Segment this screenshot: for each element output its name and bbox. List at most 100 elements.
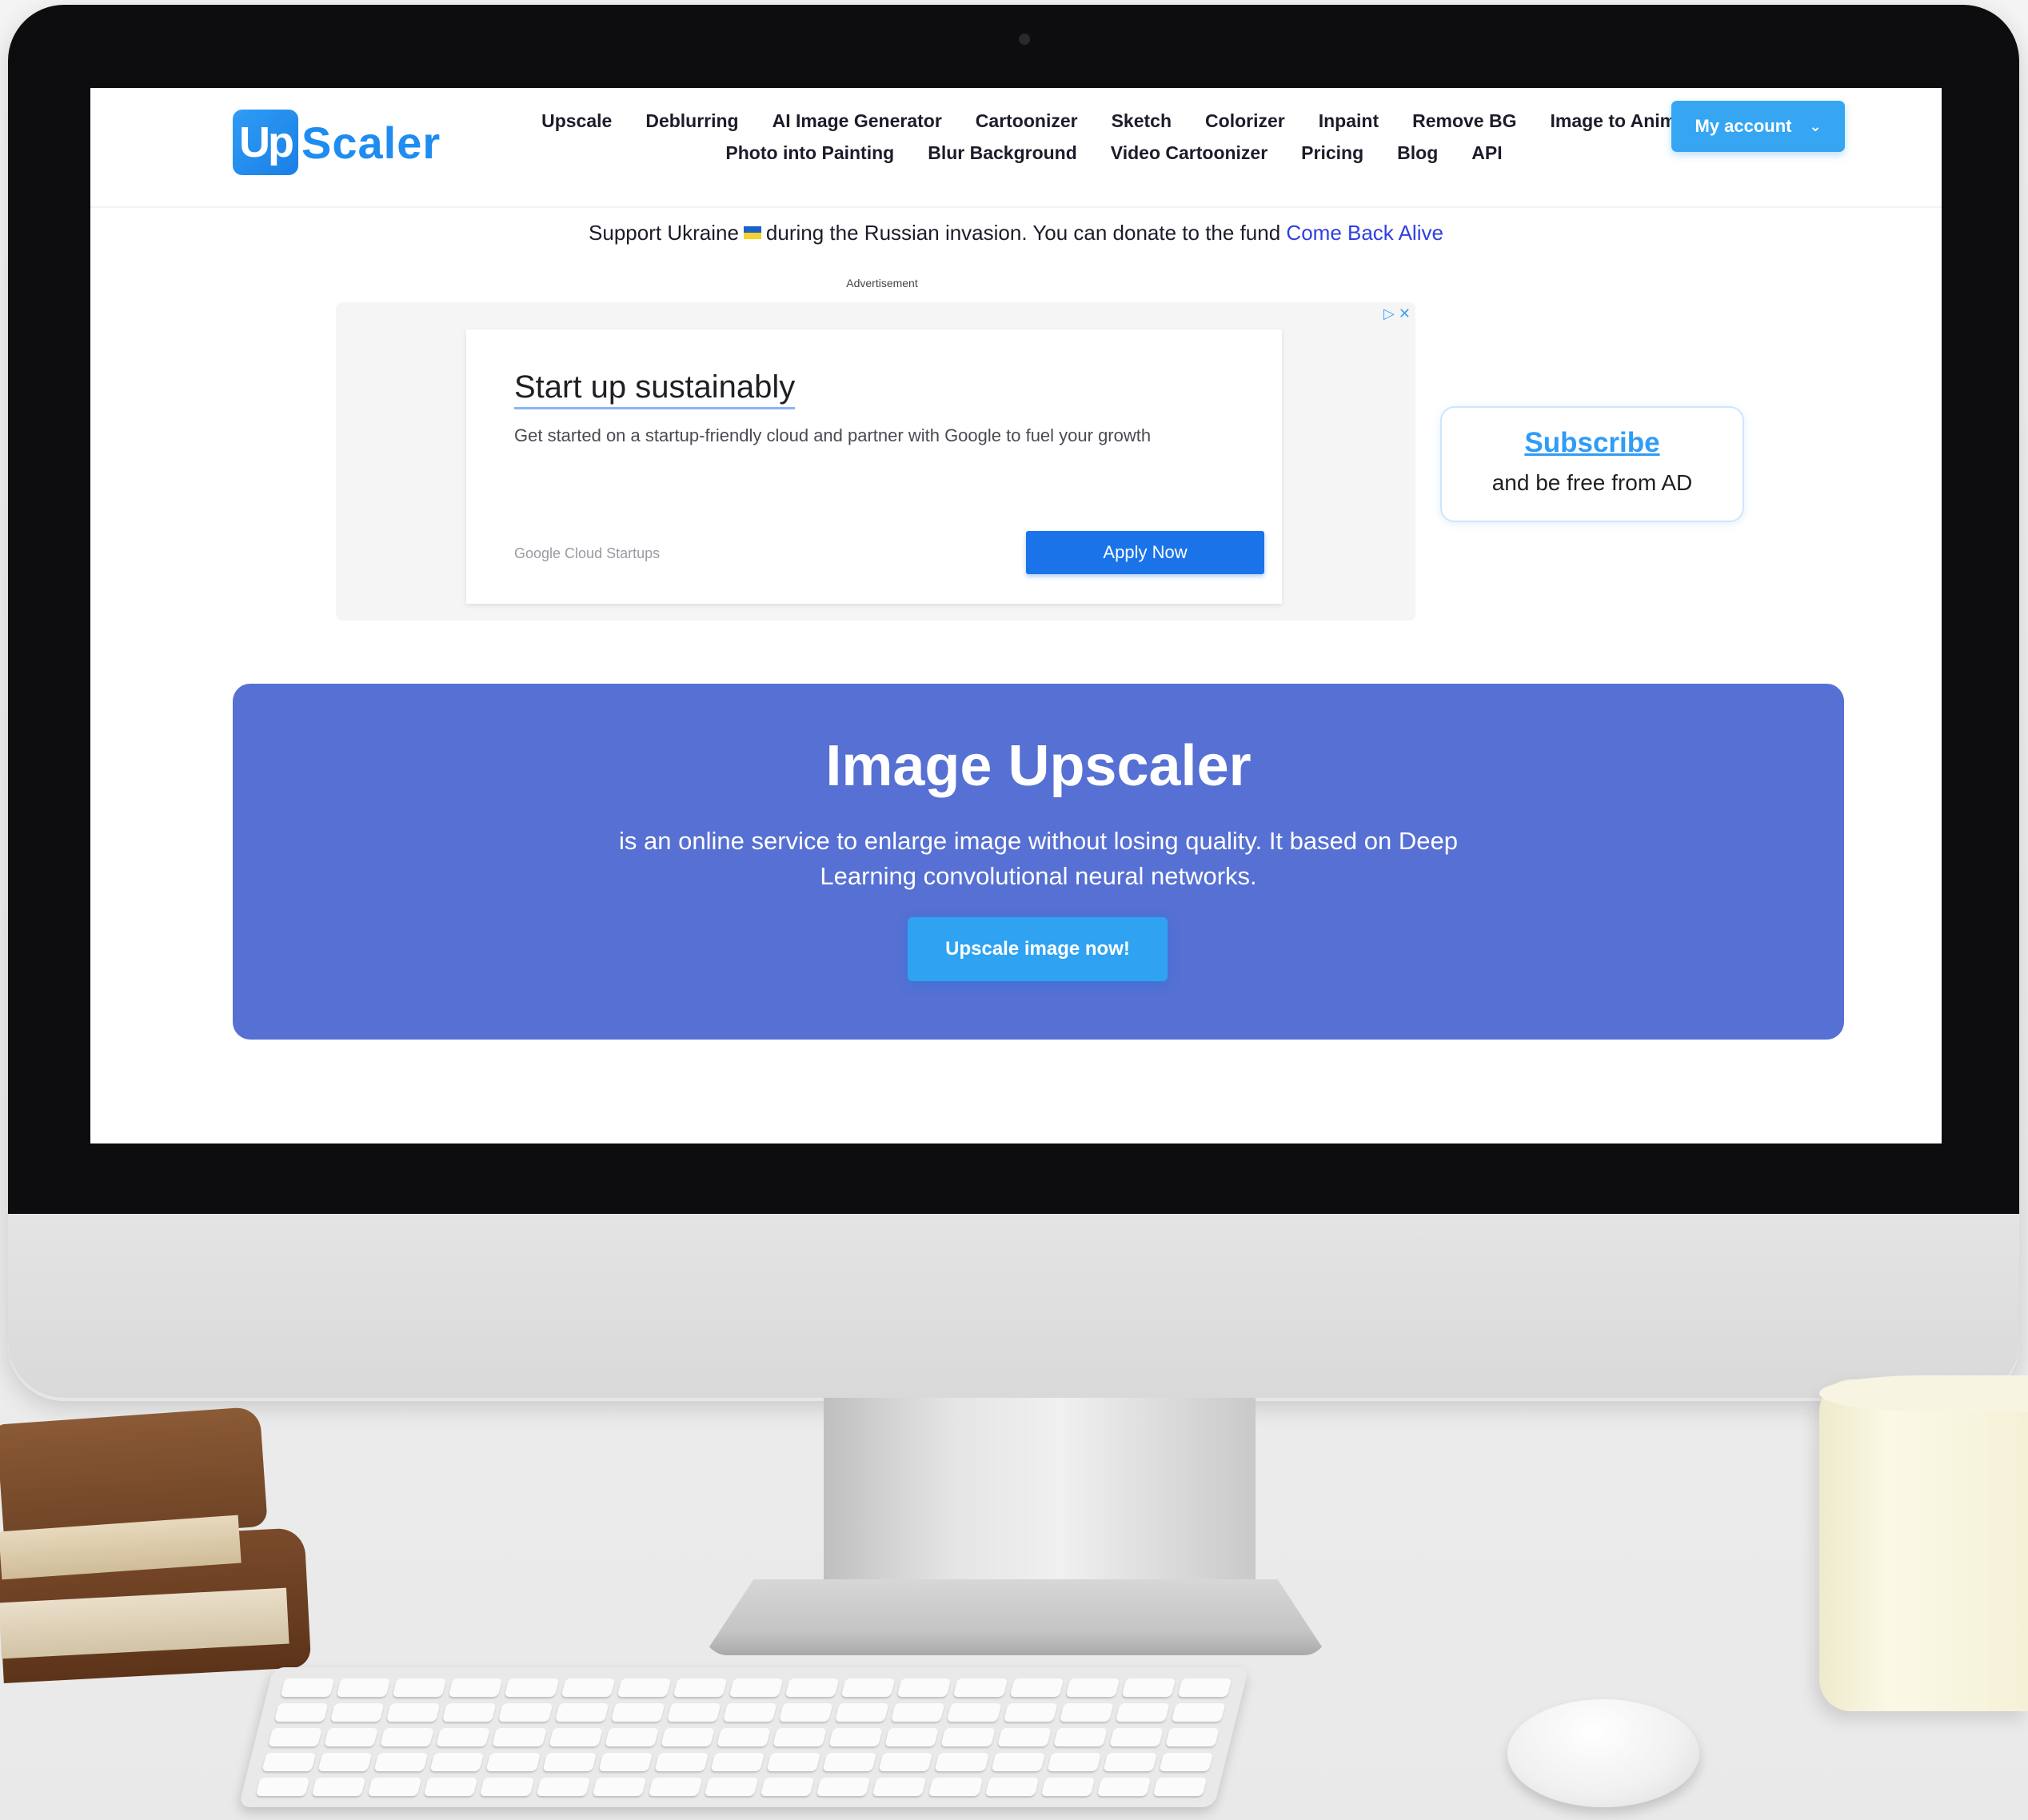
nav-link-ai-image-generator[interactable]: AI Image Generator [772, 110, 942, 132]
keyboard-key [1065, 1678, 1120, 1697]
keyboard-key [872, 1778, 927, 1796]
keyboard-key [828, 1728, 884, 1746]
keyboard-key [947, 1703, 1002, 1722]
come-back-alive-link[interactable]: Come Back Alive [1286, 221, 1443, 245]
keyboard-key [1165, 1728, 1220, 1746]
keyboard-key [492, 1728, 547, 1746]
keyboard-key [367, 1778, 422, 1796]
keyboard-key [424, 1778, 478, 1796]
keyboard-key [429, 1753, 485, 1771]
keyboard-key [311, 1778, 366, 1796]
keyboard-key [835, 1703, 889, 1722]
nav-link-image-to-anime[interactable]: Image to Anime [1550, 110, 1686, 132]
keyboard-key [940, 1728, 996, 1746]
monitor-stand [824, 1398, 1256, 1590]
nav-link-colorizer[interactable]: Colorizer [1205, 110, 1285, 132]
keyboard [238, 1667, 1249, 1807]
adchoices-icon[interactable]: ▷ ✕ [1383, 305, 1411, 322]
hero-title: Image Upscaler [825, 734, 1252, 798]
keyboard-key [717, 1728, 771, 1746]
ad-headline[interactable]: Start up sustainably [514, 369, 796, 409]
nav-link-api[interactable]: API [1471, 142, 1502, 164]
upscale-now-button[interactable]: Upscale image now! [908, 917, 1168, 981]
nav-link-remove-bg[interactable]: Remove BG [1412, 110, 1516, 132]
keyboard-key [1177, 1678, 1232, 1697]
keyboard-key [541, 1753, 597, 1771]
my-account-button[interactable]: My account ⌄ [1671, 101, 1845, 152]
nav-link-upscale[interactable]: Upscale [541, 110, 612, 132]
nav-link-sketch[interactable]: Sketch [1112, 110, 1172, 132]
keyboard-key [617, 1678, 672, 1697]
ad-card[interactable]: Start up sustainably Get started on a st… [466, 329, 1282, 604]
keyboard-key [336, 1678, 391, 1697]
mouse [1507, 1699, 1699, 1807]
keyboard-key [536, 1778, 591, 1796]
mug [1819, 1379, 2028, 1711]
hero-section: Image Upscaler is an online service to e… [233, 684, 1844, 1040]
nav-link-blur-background[interactable]: Blur Background [928, 142, 1077, 164]
subscribe-link[interactable]: Subscribe [1442, 427, 1743, 459]
keyboard-key [891, 1703, 946, 1722]
keyboard-key [1052, 1728, 1108, 1746]
site-logo[interactable]: Up Scaler [233, 106, 441, 179]
nav-link-video-cartoonizer[interactable]: Video Cartoonizer [1111, 142, 1268, 164]
keyboard-key [380, 1728, 435, 1746]
subscribe-text: and be free from AD [1491, 470, 1693, 495]
nav-link-pricing[interactable]: Pricing [1301, 142, 1363, 164]
keyboard-key [1108, 1728, 1164, 1746]
keyboard-key [822, 1753, 877, 1771]
logo-wordmark: Scaler [301, 117, 441, 168]
keyboard-key [329, 1703, 385, 1722]
keyboard-key [436, 1728, 491, 1746]
keyboard-key [1159, 1753, 1214, 1771]
keyboard-key [778, 1703, 833, 1722]
ad-description: Get started on a startup-friendly cloud … [514, 425, 1152, 445]
keyboard-key [448, 1678, 503, 1697]
keyboard-key [654, 1753, 709, 1771]
monitor-stand-base [704, 1579, 1327, 1655]
keyboard-key [884, 1728, 940, 1746]
keyboard-key [386, 1703, 441, 1722]
keyboard-key [268, 1728, 322, 1746]
ad-brand: Google Cloud Startups [514, 545, 661, 561]
keyboard-key [1059, 1703, 1114, 1722]
keyboard-key [784, 1678, 840, 1697]
logo-mark: Up [233, 110, 298, 175]
ukraine-flag-icon [743, 226, 761, 240]
my-account-label: My account [1695, 116, 1792, 136]
keyboard-key [1096, 1778, 1152, 1796]
keyboard-key [722, 1703, 777, 1722]
nav-link-blog[interactable]: Blog [1397, 142, 1438, 164]
keyboard-key [760, 1778, 815, 1796]
keyboard-key [1152, 1778, 1208, 1796]
ukraine-text-before: Support Ukraine [589, 221, 739, 245]
keyboard-key [604, 1728, 659, 1746]
nav-row-1: Upscale Deblurring AI Image Generator Carto… [525, 110, 1703, 132]
keyboard-key [666, 1703, 721, 1722]
ad-apply-button[interactable]: Apply Now [1026, 531, 1264, 574]
keyboard-key [1171, 1703, 1226, 1722]
keyboard-key [984, 1778, 1040, 1796]
keyboard-key [1040, 1778, 1096, 1796]
nav-link-cartoonizer[interactable]: Cartoonizer [976, 110, 1078, 132]
keyboard-key [1009, 1678, 1064, 1697]
nav-link-inpaint[interactable]: Inpaint [1319, 110, 1379, 132]
nav-link-deblurring[interactable]: Deblurring [645, 110, 738, 132]
keyboard-key [840, 1678, 896, 1697]
keyboard-key [1121, 1678, 1176, 1697]
keyboard-key [996, 1728, 1052, 1746]
monitor-chin [8, 1214, 2019, 1398]
keyboard-key [273, 1703, 329, 1722]
keyboard-key [952, 1678, 1008, 1697]
hero-description: is an online service to enlarge image wi… [619, 827, 1458, 890]
mug-rim [1819, 1375, 2028, 1411]
nav-link-photo-into-painting[interactable]: Photo into Painting [725, 142, 894, 164]
keyboard-key [878, 1753, 933, 1771]
keyboard-key [598, 1753, 653, 1771]
keyboard-key [610, 1703, 665, 1722]
keyboard-key [1103, 1753, 1158, 1771]
ukraine-banner: Support Ukraine during the Russian invasi… [90, 221, 1942, 245]
keyboard-key [317, 1753, 373, 1771]
keyboard-key [324, 1728, 379, 1746]
keyboard-key [480, 1778, 534, 1796]
